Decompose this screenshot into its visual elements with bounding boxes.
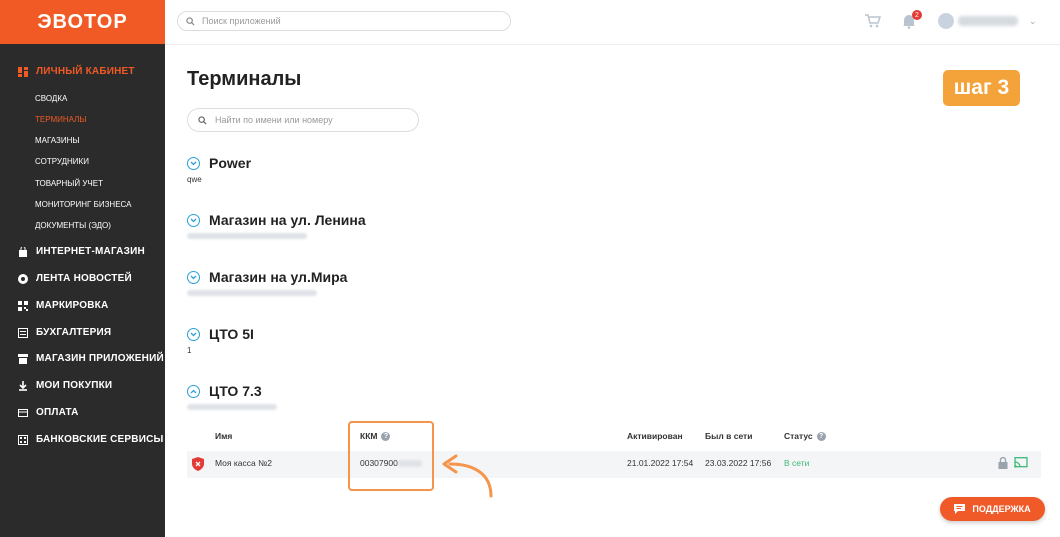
chevron-up-icon[interactable] bbox=[187, 384, 200, 398]
sidebar-section-label: БУХГАЛТЕРИЯ bbox=[36, 327, 112, 338]
column-header-activated: Активирован bbox=[627, 431, 683, 441]
sidebar-item-stores[interactable]: МАГАЗИНЫ bbox=[35, 136, 79, 145]
store-group-address: qwe bbox=[187, 175, 202, 184]
shopping-bag-icon bbox=[19, 246, 27, 257]
notification-badge: 2 bbox=[912, 10, 922, 20]
sidebar-section-label: МАГАЗИН ПРИЛОЖЕНИЙ bbox=[36, 353, 164, 364]
store-group-header[interactable]: Магазин на ул. Ленина bbox=[187, 212, 366, 228]
sidebar-section-label: БАНКОВСКИЕ СЕРВИСЫ bbox=[36, 434, 164, 445]
store-group: Магазин на ул. Ленина bbox=[187, 212, 366, 241]
store-group: ЦТО 7.3 bbox=[187, 383, 277, 412]
sidebar-section-marking[interactable]: МАРКИРОВКА bbox=[18, 300, 108, 311]
store-group-address: 1 bbox=[187, 346, 192, 355]
store-group-name: ЦТО 7.3 bbox=[209, 383, 262, 399]
chevron-down-icon[interactable]: ⌄ bbox=[1029, 16, 1037, 27]
sidebar-section-payment[interactable]: ОПЛАТА bbox=[18, 407, 79, 418]
store-group-header[interactable]: ЦТО 5I bbox=[187, 326, 254, 342]
sidebar-section-app-store[interactable]: МАГАЗИН ПРИЛОЖЕНИЙ bbox=[18, 353, 164, 364]
kkm-highlight-box bbox=[348, 421, 434, 491]
column-header-name: Имя bbox=[215, 431, 233, 441]
user-phone-blurred[interactable] bbox=[958, 16, 1018, 26]
column-header-status-label: Статус bbox=[784, 431, 813, 441]
sidebar-section-purchases[interactable]: МОИ ПОКУПКИ bbox=[18, 380, 112, 391]
sidebar-section-cabinet[interactable]: ЛИЧНЫЙ КАБИНЕТ bbox=[18, 66, 135, 77]
cart-icon[interactable] bbox=[865, 14, 881, 28]
store-group-header[interactable]: ЦТО 7.3 bbox=[187, 383, 277, 399]
sidebar-section-accounting[interactable]: БУХГАЛТЕРИЯ bbox=[18, 327, 111, 338]
terminal-search-input[interactable] bbox=[213, 114, 417, 126]
logo[interactable]: ЭВОТОР bbox=[0, 0, 165, 44]
terminal-status: В сети bbox=[784, 458, 810, 468]
barcode-icon bbox=[18, 300, 28, 311]
column-header-last-online: Был в сети bbox=[705, 431, 753, 441]
support-button[interactable]: ПОДДЕРЖКА bbox=[940, 497, 1045, 521]
cast-icon[interactable] bbox=[1014, 457, 1028, 468]
shield-error-icon bbox=[192, 457, 204, 471]
sidebar-section-label: ИНТЕРНЕТ-МАГАЗИН bbox=[36, 246, 145, 257]
store-group-name: Магазин на ул. Ленина bbox=[209, 212, 366, 228]
app-search-input[interactable] bbox=[200, 15, 504, 27]
search-icon bbox=[198, 115, 207, 125]
annotation-arrow-icon bbox=[442, 454, 493, 498]
chevron-down-icon[interactable] bbox=[187, 270, 200, 284]
sidebar-item-documents[interactable]: ДОКУМЕНТЫ (ЭДО) bbox=[35, 221, 111, 230]
sidebar-item-employees[interactable]: СОТРУДНИКИ bbox=[35, 157, 89, 166]
sidebar-section-online-store[interactable]: ИНТЕРНЕТ-МАГАЗИН bbox=[18, 246, 145, 257]
step-badge: шаг 3 bbox=[943, 70, 1020, 106]
chat-icon bbox=[954, 504, 966, 514]
store-group-address-blurred bbox=[187, 289, 347, 298]
app-search[interactable] bbox=[177, 11, 511, 31]
store-icon bbox=[18, 353, 28, 364]
sidebar-item-terminals[interactable]: ТЕРМИНАЛЫ bbox=[35, 115, 87, 124]
bank-icon bbox=[18, 434, 28, 445]
sidebar-section-label: ЛИЧНЫЙ КАБИНЕТ bbox=[36, 66, 135, 77]
dashboard-icon bbox=[18, 66, 28, 77]
sidebar-section-news[interactable]: ЛЕНТА НОВОСТЕЙ bbox=[18, 273, 132, 284]
top-bar: 2 ⌄ bbox=[165, 0, 1060, 45]
terminal-last-online: 23.03.2022 17:56 bbox=[705, 458, 772, 468]
store-group: Power qwe bbox=[187, 155, 251, 184]
sidebar-item-inventory[interactable]: ТОВАРНЫЙ УЧЕТ bbox=[35, 179, 103, 188]
terminal-name[interactable]: Моя касса №2 bbox=[215, 458, 272, 468]
sidebar-section-label: ОПЛАТА bbox=[36, 407, 79, 418]
avatar[interactable] bbox=[938, 13, 954, 29]
store-group-address-blurred bbox=[187, 232, 366, 241]
sidebar-section-label: ЛЕНТА НОВОСТЕЙ bbox=[36, 273, 132, 284]
column-header-status: Статус? bbox=[784, 431, 826, 442]
store-group-name: Магазин на ул.Мира bbox=[209, 269, 348, 285]
accounting-icon bbox=[18, 327, 28, 338]
search-icon bbox=[186, 16, 195, 26]
chevron-down-icon[interactable] bbox=[187, 156, 200, 170]
terminal-activated: 21.01.2022 17:54 bbox=[627, 458, 694, 468]
store-group-address-blurred bbox=[187, 403, 277, 412]
chevron-down-icon[interactable] bbox=[187, 327, 200, 341]
page-title: Терминалы bbox=[187, 68, 302, 90]
sidebar-section-label: МОИ ПОКУПКИ bbox=[36, 380, 113, 391]
sidebar-item-monitoring[interactable]: МОНИТОРИНГ БИЗНЕСА bbox=[35, 200, 131, 209]
sidebar: ЭВОТОР ЛИЧНЫЙ КАБИНЕТ СВОДКА ТЕРМИНАЛЫ М… bbox=[0, 0, 165, 537]
download-icon bbox=[19, 380, 27, 391]
support-label: ПОДДЕРЖКА bbox=[972, 504, 1031, 514]
news-icon bbox=[18, 273, 28, 284]
store-group: Магазин на ул.Мира bbox=[187, 269, 347, 298]
sidebar-section-banking[interactable]: БАНКОВСКИЕ СЕРВИСЫ bbox=[18, 434, 164, 445]
store-group-name: Power bbox=[209, 155, 252, 171]
sidebar-item-summary[interactable]: СВОДКА bbox=[35, 94, 67, 103]
store-group-name: ЦТО 5I bbox=[209, 326, 254, 342]
store-group-header[interactable]: Power bbox=[187, 155, 251, 171]
chevron-down-icon[interactable] bbox=[187, 213, 200, 227]
card-icon bbox=[18, 408, 28, 417]
help-icon[interactable]: ? bbox=[816, 432, 826, 442]
sidebar-section-label: МАРКИРОВКА bbox=[36, 300, 109, 311]
terminal-search[interactable] bbox=[187, 108, 419, 132]
store-group: ЦТО 5I 1 bbox=[187, 326, 254, 355]
table-row[interactable] bbox=[187, 451, 1041, 478]
store-group-header[interactable]: Магазин на ул.Мира bbox=[187, 269, 347, 285]
lock-icon[interactable] bbox=[998, 457, 1008, 469]
